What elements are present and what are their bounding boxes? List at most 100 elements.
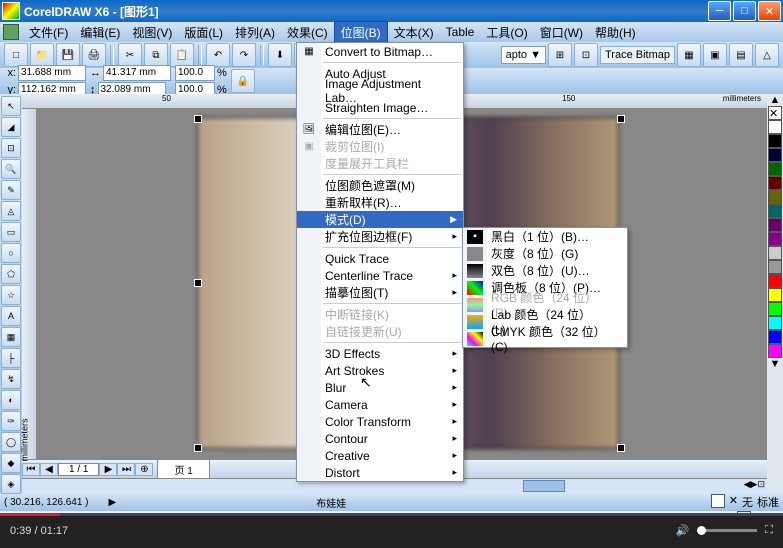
sm-bw[interactable]: ▪黑白（1 位）(B)… <box>463 228 627 245</box>
ellipse-tool[interactable]: ○ <box>1 243 21 263</box>
lock-ratio-button[interactable]: 🔒 <box>231 69 255 93</box>
swatch[interactable] <box>768 288 782 302</box>
print-button[interactable]: 🖨 <box>82 43 106 67</box>
polygon-tool[interactable]: ⬠ <box>1 264 21 284</box>
swatch[interactable] <box>768 232 782 246</box>
tb-a[interactable]: ⊞ <box>548 43 572 67</box>
tb-c[interactable]: ▦ <box>677 43 701 67</box>
smart-tool[interactable]: ◬ <box>1 201 21 221</box>
redo-button[interactable]: ↷ <box>232 43 256 67</box>
menu-edit[interactable]: 编辑(E) <box>74 22 126 43</box>
minimize-button[interactable]: ─ <box>708 1 731 21</box>
mi-creative[interactable]: Creative▸ <box>297 447 463 464</box>
outline-tool[interactable]: ◯ <box>1 432 21 452</box>
shape-tool[interactable]: ◢ <box>1 117 21 137</box>
dim-tool[interactable]: ├ <box>1 348 21 368</box>
blend-tool[interactable]: ◐ <box>1 390 21 410</box>
x-input[interactable] <box>18 65 86 81</box>
shapes-tool[interactable]: ☆ <box>1 285 21 305</box>
sm-cmyk[interactable]: CMYK 颜色（32 位）(C) <box>463 330 627 347</box>
swatch-none[interactable]: ✕ <box>768 106 782 120</box>
mi-camera[interactable]: Camera▸ <box>297 396 463 413</box>
scalex-input[interactable] <box>175 65 215 81</box>
freehand-tool[interactable]: ✎ <box>1 180 21 200</box>
maximize-button[interactable]: □ <box>733 1 756 21</box>
table-tool[interactable]: ▦ <box>1 327 21 347</box>
w-input[interactable] <box>103 65 171 81</box>
swatch[interactable] <box>768 120 782 134</box>
mi-convert[interactable]: ▦Convert to Bitmap… <box>297 43 463 60</box>
mi-colormask[interactable]: 位图颜色遮罩(M) <box>297 177 463 194</box>
zoom-tool[interactable]: 🔍 <box>1 159 21 179</box>
tb-b[interactable]: ⊡ <box>574 43 598 67</box>
handle-tl[interactable] <box>194 115 202 123</box>
open-button[interactable]: 📁 <box>30 43 54 67</box>
handle-br[interactable] <box>617 444 625 452</box>
rect-tool[interactable]: ▭ <box>1 222 21 242</box>
smart-fill-tool[interactable]: ◈ <box>1 474 21 494</box>
menu-layout[interactable]: 版面(L) <box>178 22 229 43</box>
mi-distort[interactable]: Distort▸ <box>297 464 463 481</box>
handle-ml[interactable] <box>194 279 202 287</box>
mi-imgadjust[interactable]: Image Adjustment Lab… <box>297 82 463 99</box>
sm-duo[interactable]: 双色（8 位）(U)… <box>463 262 627 279</box>
new-button[interactable]: □ <box>4 43 28 67</box>
crop-tool[interactable]: ⊡ <box>1 138 21 158</box>
menu-bitmap[interactable]: 位图(B) <box>334 21 388 44</box>
mi-resample[interactable]: 重新取样(R)… <box>297 194 463 211</box>
swatch[interactable] <box>768 260 782 274</box>
page-next[interactable]: ▶ <box>99 463 117 476</box>
menu-effects[interactable]: 效果(C) <box>281 22 334 43</box>
mi-editbitmap[interactable]: 🖼编辑位图(E)… <box>297 121 463 138</box>
sm-gray[interactable]: 灰度（8 位）(G) <box>463 245 627 262</box>
tb-d[interactable]: ▣ <box>703 43 727 67</box>
swatch[interactable] <box>768 134 782 148</box>
mi-centerline[interactable]: Centerline Trace▸ <box>297 267 463 284</box>
menu-file[interactable]: 文件(F) <box>23 22 74 43</box>
tb-e[interactable]: ▤ <box>729 43 753 67</box>
text-tool[interactable]: A <box>1 306 21 326</box>
page-last[interactable]: ⏭ <box>117 463 135 476</box>
scroll-thumb[interactable] <box>523 480 565 492</box>
fill-tool[interactable]: ◆ <box>1 453 21 473</box>
mi-artstrokes[interactable]: Art Strokes▸ <box>297 362 463 379</box>
page-tab[interactable]: 页 1 <box>157 459 209 480</box>
pick-tool[interactable]: ↖ <box>1 96 21 116</box>
tb-f[interactable]: △ <box>755 43 779 67</box>
mi-quicktrace[interactable]: Quick Trace <box>297 250 463 267</box>
page-prev[interactable]: ◀ <box>40 463 58 476</box>
handle-bl[interactable] <box>194 444 202 452</box>
menu-tools[interactable]: 工具(O) <box>480 22 533 43</box>
mi-3d[interactable]: 3D Effects▸ <box>297 345 463 362</box>
menu-text[interactable]: 文本(X) <box>388 22 440 43</box>
cut-button[interactable]: ✂ <box>118 43 142 67</box>
eyedrop-tool[interactable]: ✑ <box>1 411 21 431</box>
menu-arrange[interactable]: 排列(A) <box>229 22 281 43</box>
fullscreen-button[interactable]: ⛶ <box>765 524 773 537</box>
swatch[interactable] <box>768 176 782 190</box>
mi-straighten[interactable]: Straighten Image… <box>297 99 463 116</box>
copy-button[interactable]: ⧉ <box>144 43 168 67</box>
swatch[interactable] <box>768 162 782 176</box>
mi-trace[interactable]: 描摹位图(T)▸ <box>297 284 463 301</box>
swatch[interactable] <box>768 204 782 218</box>
swatch[interactable] <box>768 274 782 288</box>
menu-help[interactable]: 帮助(H) <box>589 22 642 43</box>
save-button[interactable]: 💾 <box>56 43 80 67</box>
swatch[interactable] <box>768 148 782 162</box>
handle-tr[interactable] <box>617 115 625 123</box>
undo-button[interactable]: ↶ <box>206 43 230 67</box>
connector-tool[interactable]: ↯ <box>1 369 21 389</box>
swatch[interactable] <box>768 218 782 232</box>
swatch[interactable] <box>768 246 782 260</box>
menu-view[interactable]: 视图(V) <box>126 22 178 43</box>
menu-window[interactable]: 窗口(W) <box>534 22 589 43</box>
volume-icon[interactable]: 🔊 <box>676 524 690 537</box>
mi-color[interactable]: Color Transform▸ <box>297 413 463 430</box>
menu-table[interactable]: Table <box>440 23 481 41</box>
trace-button[interactable]: Trace Bitmap <box>600 46 675 64</box>
snap-dropdown[interactable]: apto ▼ <box>501 46 546 64</box>
import-button[interactable]: ⬇ <box>268 43 292 67</box>
page-add[interactable]: ⊕ <box>135 463 153 476</box>
mi-mode[interactable]: 模式(D)▶ <box>297 211 463 228</box>
